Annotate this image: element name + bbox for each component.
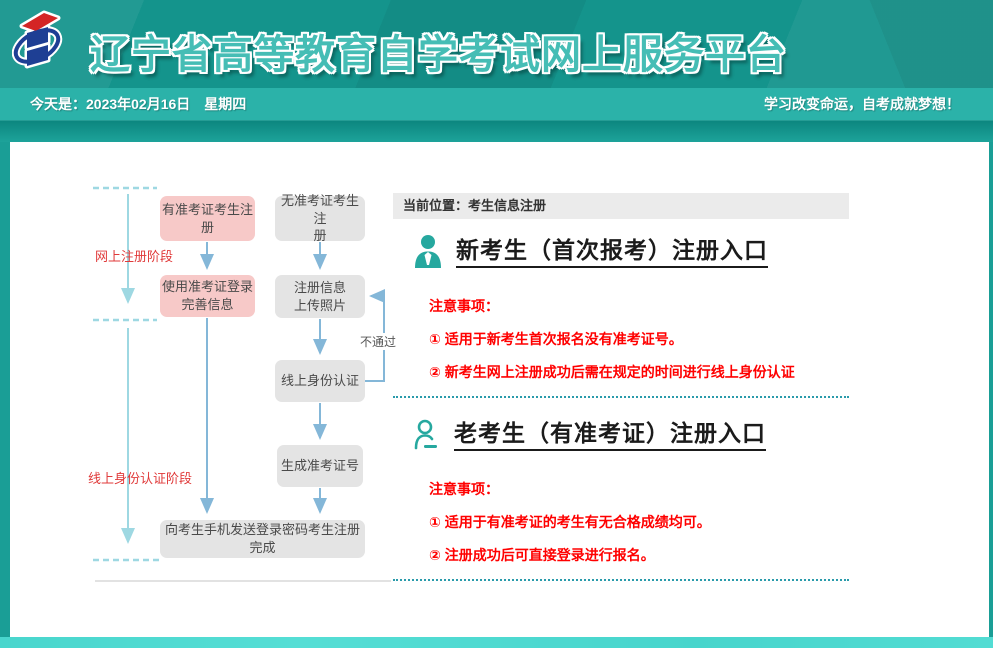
flow-label-not-passed: 不通过 (358, 333, 398, 350)
site-header: 辽宁省高等教育自学考试网上服务平台 (0, 0, 993, 88)
entry-new-candidate: 新考生（首次报考）注册入口 注意事项： ① 适用于新考生首次报名没有准考证号。 … (393, 235, 849, 398)
bottom-strip (0, 637, 993, 648)
flow-node-without-ticket-register: 无准考证考生注 册 (275, 196, 365, 241)
entry-old-candidate: 老考生（有准考证）注册入口 注意事项： ① 适用于有准考证的考生有无合格成绩均可… (393, 418, 849, 581)
stage-label-online-registration: 网上注册阶段 (95, 246, 173, 265)
entry-title[interactable]: 老考生（有准考证）注册入口 (454, 421, 766, 451)
notes-title: 注意事项： (429, 297, 849, 316)
flowchart-bottom-divider (95, 580, 391, 582)
main-panel: 网上注册阶段 线上身份认证阶段 有准考证考生注 册 使用准考证登录 完善信息 无… (10, 142, 989, 637)
registration-flowchart: 网上注册阶段 线上身份认证阶段 有准考证考生注 册 使用准考证登录 完善信息 无… (10, 142, 408, 637)
info-column: 当前位置：考生信息注册 新考生（首次报考）注册入口 注意事项： ① 适用于新考生… (393, 193, 849, 601)
note-item: ② 新考生网上注册成功后需在规定的时间进行线上身份认证 (429, 363, 849, 382)
stage-label-identity-auth: 线上身份认证阶段 (88, 468, 192, 487)
note-item: ① 适用于新考生首次报名没有准考证号。 (429, 330, 849, 349)
user-solid-icon (413, 234, 443, 273)
flow-node-with-ticket-register: 有准考证考生注 册 (160, 196, 255, 241)
current-date: 今天是：2023年02月16日 星期四 (30, 94, 246, 114)
user-outline-icon (413, 418, 441, 455)
date-bar: 今天是：2023年02月16日 星期四 学习改变命运，自考成就梦想！ (0, 88, 993, 121)
breadcrumb: 当前位置：考生信息注册 (393, 193, 849, 219)
flow-node-online-identity-auth: 线上身份认证 (275, 360, 365, 402)
header-sub-strip (0, 121, 993, 142)
notes-title: 注意事项： (429, 480, 849, 499)
entry-title[interactable]: 新考生（首次报考）注册入口 (456, 238, 768, 268)
note-item: ① 适用于有准考证的考生有无合格成绩均可。 (429, 513, 849, 532)
site-title: 辽宁省高等教育自学考试网上服务平台 (90, 22, 787, 80)
flow-node-final-step: 向考生手机发送登录密码考生注册完成 (160, 520, 365, 558)
old-candidate-register-link[interactable]: 老考生（有准考证）注册入口 (393, 418, 849, 454)
section-divider (393, 579, 849, 581)
new-candidate-register-link[interactable]: 新考生（首次报考）注册入口 (393, 235, 849, 271)
section-divider (393, 396, 849, 398)
page: 辽宁省高等教育自学考试网上服务平台 今天是：2023年02月16日 星期四 学习… (0, 0, 993, 648)
slogan: 学习改变命运，自考成就梦想！ (764, 94, 960, 114)
site-logo-icon (12, 9, 64, 73)
note-item: ② 注册成功后可直接登录进行报名。 (429, 546, 849, 565)
flow-node-generate-ticket-no: 生成准考证号 (277, 445, 363, 487)
flow-node-login-complete-info: 使用准考证登录 完善信息 (160, 275, 255, 317)
flow-node-register-upload-photo: 注册信息 上传照片 (275, 275, 365, 318)
